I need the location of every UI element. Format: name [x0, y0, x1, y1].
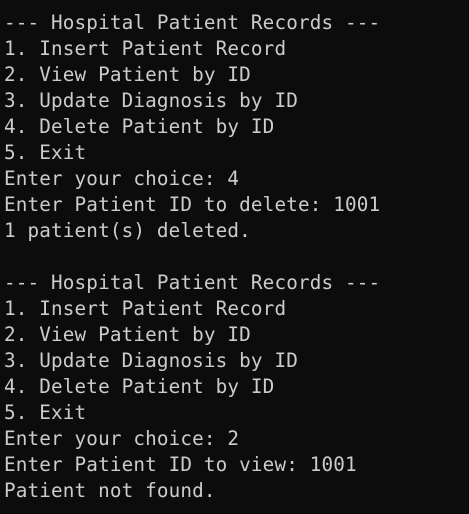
menu-header: --- Hospital Patient Records --- [4, 271, 381, 294]
menu-option-insert: 1. Insert Patient Record [4, 37, 287, 60]
result-message: 1 patient(s) deleted. [4, 219, 251, 242]
menu-option-view: 2. View Patient by ID [4, 323, 251, 346]
choice-prompt: Enter your choice: 4 [4, 167, 240, 190]
patient-id-prompt: Enter Patient ID to view: 1001 [4, 453, 357, 476]
menu-option-update: 3. Update Diagnosis by ID [4, 349, 298, 372]
choice-prompt: Enter your choice: 2 [4, 427, 240, 450]
menu-header: --- Hospital Patient Records --- [4, 11, 381, 34]
patient-id-prompt: Enter Patient ID to delete: 1001 [4, 193, 381, 216]
menu-option-delete: 4. Delete Patient by ID [4, 115, 275, 138]
menu-option-view: 2. View Patient by ID [4, 63, 251, 86]
menu-option-delete: 4. Delete Patient by ID [4, 375, 275, 398]
terminal-window[interactable]: --- Hospital Patient Records --- 1. Inse… [0, 0, 469, 514]
result-message: Patient not found. [4, 479, 216, 502]
menu-option-update: 3. Update Diagnosis by ID [4, 89, 298, 112]
menu-option-exit: 5. Exit [4, 401, 87, 424]
menu-option-insert: 1. Insert Patient Record [4, 297, 287, 320]
menu-option-exit: 5. Exit [4, 141, 87, 164]
